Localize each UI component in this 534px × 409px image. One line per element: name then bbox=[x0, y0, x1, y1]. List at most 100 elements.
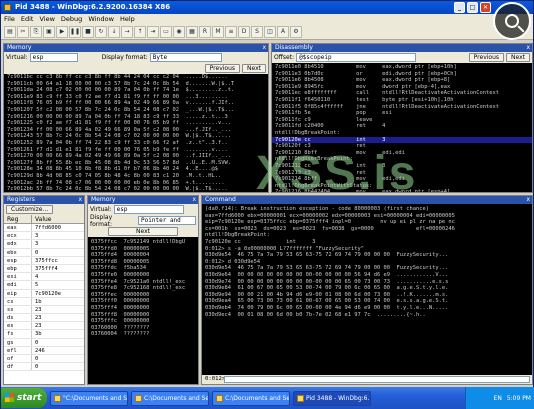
memory-icon[interactable]: M bbox=[212, 26, 224, 38]
register-value[interactable]: 246 bbox=[32, 347, 45, 354]
register-value[interactable]: 23 bbox=[32, 306, 42, 313]
register-row[interactable]: ecx3 bbox=[4, 232, 84, 240]
register-value[interactable]: 4 bbox=[32, 273, 38, 280]
next-button[interactable]: Next bbox=[506, 53, 530, 62]
register-value[interactable]: 375ffcc bbox=[32, 257, 58, 264]
start-button[interactable]: start bbox=[1, 388, 47, 408]
minimize-button[interactable]: _ bbox=[454, 2, 465, 13]
callstack-icon[interactable]: ≡ bbox=[225, 26, 237, 38]
command-icon[interactable]: ▭ bbox=[160, 26, 172, 38]
register-row[interactable]: eip7c90120e bbox=[4, 290, 84, 298]
open-icon[interactable]: ▤ bbox=[4, 26, 16, 38]
memory-window-bottom: Memoryx Virtual: esp Display format: Poi… bbox=[87, 195, 199, 385]
register-value[interactable]: 0 bbox=[32, 355, 38, 362]
display-format-select[interactable]: Pointer and Symbol bbox=[138, 216, 196, 225]
locals-icon[interactable]: ▦ bbox=[186, 26, 198, 38]
close-icon[interactable]: x bbox=[526, 196, 530, 204]
register-row[interactable]: ss23 bbox=[4, 306, 84, 314]
register-row[interactable]: eax7ffd6000 bbox=[4, 224, 84, 232]
register-row[interactable]: edi5 bbox=[4, 281, 84, 289]
register-value[interactable]: 375fff4 bbox=[32, 265, 58, 272]
register-value[interactable]: 0 bbox=[32, 249, 38, 256]
close-icon[interactable]: x bbox=[78, 196, 82, 204]
reg-column-header: Reg bbox=[4, 215, 32, 223]
register-value[interactable]: 5 bbox=[32, 281, 38, 288]
taskbar-button[interactable]: C:\Documents and Se... bbox=[131, 391, 209, 406]
virtual-address-input[interactable]: esp bbox=[30, 53, 78, 62]
close-button[interactable]: ✕ bbox=[480, 2, 491, 13]
taskbar-button[interactable]: C:\Documents and Se... bbox=[212, 391, 290, 406]
close-icon[interactable]: x bbox=[192, 196, 196, 204]
font-icon[interactable]: A bbox=[277, 26, 289, 38]
register-value[interactable]: 3b bbox=[32, 330, 42, 337]
register-value[interactable]: 0 bbox=[32, 339, 38, 346]
registers-icon[interactable]: R bbox=[199, 26, 211, 38]
register-row[interactable]: df0 bbox=[4, 363, 84, 371]
register-row[interactable]: gs0 bbox=[4, 339, 84, 347]
stop-icon[interactable]: ■ bbox=[82, 26, 94, 38]
go-icon[interactable]: ▶ bbox=[56, 26, 68, 38]
memory-line: 7c9011bc cc c3 8b ff cc c3 8b ff 8b 44 2… bbox=[4, 74, 268, 81]
register-row[interactable]: fs3b bbox=[4, 330, 84, 338]
menu-item-window[interactable]: Window bbox=[88, 14, 114, 24]
paste-icon[interactable]: ▣ bbox=[43, 26, 55, 38]
customize-button[interactable]: Customize... bbox=[6, 205, 53, 214]
next-button[interactable]: Next bbox=[108, 227, 178, 236]
close-icon[interactable]: x bbox=[262, 44, 266, 52]
memory-line: 7c9011cb 00 64 a1 18 00 00 00 c3 57 8b 7… bbox=[4, 81, 268, 88]
watch-icon[interactable]: ◉ bbox=[173, 26, 185, 38]
source-icon[interactable]: ◫ bbox=[264, 26, 276, 38]
step-over-icon[interactable]: → bbox=[121, 26, 133, 38]
run-to-cursor-icon[interactable]: ⇥ bbox=[147, 26, 159, 38]
register-value[interactable]: 1b bbox=[32, 298, 42, 305]
register-row[interactable]: esi4 bbox=[4, 273, 84, 281]
window-title: Pid 3488 - WinDbg:6.2.9200.16384 X86 bbox=[15, 3, 170, 11]
register-row[interactable]: of0 bbox=[4, 355, 84, 363]
register-value[interactable]: 7ffd6000 bbox=[32, 224, 61, 231]
register-value[interactable]: 3 bbox=[32, 232, 38, 239]
register-name: eip bbox=[4, 290, 32, 297]
step-out-icon[interactable]: ↑ bbox=[134, 26, 146, 38]
break-icon[interactable]: ❚❚ bbox=[69, 26, 81, 38]
language-indicator[interactable]: EN bbox=[494, 395, 502, 402]
taskbar-button[interactable]: "C:\Documents and Se... bbox=[50, 391, 128, 406]
display-format-select[interactable]: Byte bbox=[150, 53, 222, 62]
step-into-icon[interactable]: ↓ bbox=[108, 26, 120, 38]
register-name: eax bbox=[4, 224, 32, 231]
menu-item-file[interactable]: File bbox=[4, 14, 15, 24]
maximize-button[interactable]: □ bbox=[467, 2, 478, 13]
menu-item-view[interactable]: View bbox=[39, 14, 54, 24]
previous-button[interactable]: Previous bbox=[469, 53, 504, 62]
register-value[interactable]: 23 bbox=[32, 322, 42, 329]
command-input[interactable] bbox=[224, 376, 530, 383]
close-icon[interactable]: x bbox=[526, 44, 530, 52]
copy-icon[interactable]: ⎘ bbox=[30, 26, 42, 38]
register-name: ds bbox=[4, 314, 32, 321]
menu-item-edit[interactable]: Edit bbox=[21, 14, 34, 24]
register-value[interactable]: 3 bbox=[32, 240, 38, 247]
menu-item-help[interactable]: Help bbox=[120, 14, 135, 24]
magnifier-icon[interactable] bbox=[493, 2, 531, 40]
register-row[interactable]: ebx0 bbox=[4, 249, 84, 257]
register-value[interactable]: 23 bbox=[32, 314, 42, 321]
register-value[interactable]: 0 bbox=[32, 363, 38, 370]
next-button[interactable]: Next bbox=[242, 64, 266, 73]
register-row[interactable]: ebp375fff4 bbox=[4, 265, 84, 273]
scratch-icon[interactable]: S bbox=[251, 26, 263, 38]
register-row[interactable]: cs1b bbox=[4, 298, 84, 306]
menu-item-debug[interactable]: Debug bbox=[61, 14, 82, 24]
register-value[interactable]: 7c90120e bbox=[32, 290, 61, 297]
register-row[interactable]: ds23 bbox=[4, 314, 84, 322]
restart-icon[interactable]: ↻ bbox=[95, 26, 107, 38]
register-row[interactable]: es23 bbox=[4, 322, 84, 330]
registers-header: Reg Value bbox=[4, 215, 84, 224]
disasm-icon[interactable]: D bbox=[238, 26, 250, 38]
cut-icon[interactable]: ✂ bbox=[17, 26, 29, 38]
register-row[interactable]: efl246 bbox=[4, 347, 84, 355]
taskbar-button[interactable]: Pid 3488 - WinDbg:6... bbox=[293, 391, 371, 406]
register-row[interactable]: edx3 bbox=[4, 240, 84, 248]
register-row[interactable]: esp375ffcc bbox=[4, 257, 84, 265]
options-icon[interactable]: ⚙ bbox=[290, 26, 302, 38]
offset-input[interactable]: @$scopeip bbox=[296, 53, 416, 62]
previous-button[interactable]: Previous bbox=[205, 64, 240, 73]
